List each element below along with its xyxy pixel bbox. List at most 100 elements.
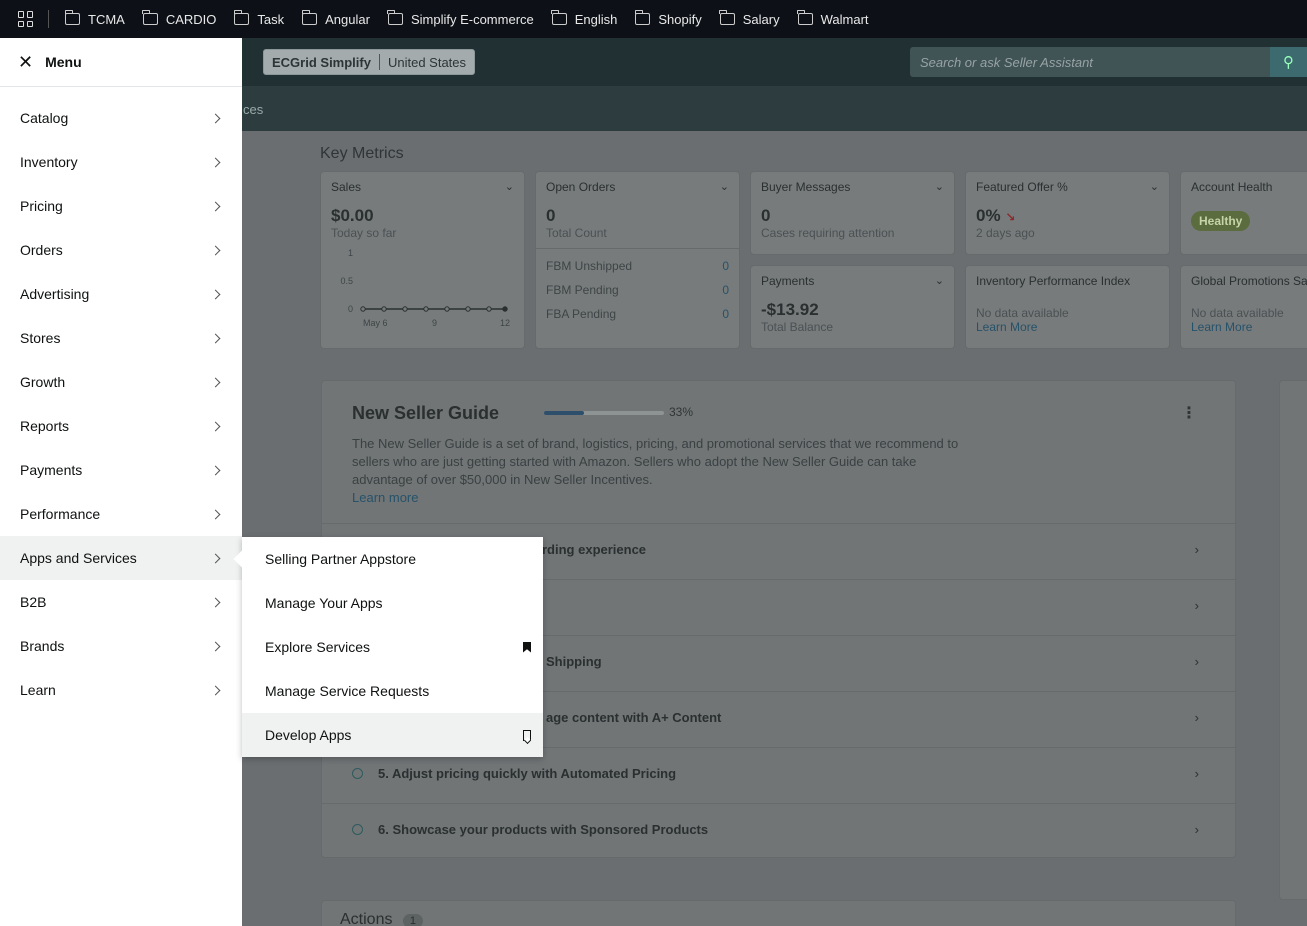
- search-input[interactable]: Search or ask Seller Assistant: [910, 47, 1270, 77]
- submenu-item-manage-your-apps[interactable]: Manage Your Apps: [242, 581, 543, 625]
- guide-progress-label: 33%: [669, 405, 694, 419]
- ipi-card[interactable]: Inventory Performance Index No data avai…: [965, 265, 1170, 349]
- menu-item-catalog[interactable]: Catalog: [0, 96, 242, 140]
- menu-item-orders[interactable]: Orders: [0, 228, 242, 272]
- chart-x-tick: 9: [432, 318, 437, 328]
- menu-header: ✕ Menu: [0, 38, 242, 87]
- menu-item-label: Apps and Services: [20, 550, 137, 566]
- menu-item-advertising[interactable]: Advertising: [0, 272, 242, 316]
- chevron-right-icon: [210, 377, 221, 387]
- global-promotions-card[interactable]: Global Promotions Sa No data available L…: [1180, 265, 1307, 349]
- submenu-item-explore-services[interactable]: Explore Services: [242, 625, 543, 669]
- search-button[interactable]: ⚲: [1270, 47, 1307, 77]
- bookmark-angular[interactable]: Angular: [301, 10, 370, 27]
- chevron-right-icon: ›: [1194, 542, 1199, 557]
- menu-item-label: Pricing: [20, 198, 63, 214]
- submenu-item-label: Selling Partner Appstore: [265, 551, 416, 567]
- chevron-right-icon: [210, 685, 221, 695]
- menu-list: Catalog Inventory Pricing Orders Adverti…: [0, 87, 242, 712]
- menu-item-payments[interactable]: Payments: [0, 448, 242, 492]
- bookmark-filled-icon[interactable]: [523, 641, 531, 653]
- store-region: United States: [387, 54, 467, 70]
- menu-item-apps-and-services[interactable]: Apps and Services: [0, 536, 242, 580]
- fbm-pending-row[interactable]: FBM Pending 0: [546, 283, 729, 297]
- kebab-menu-icon[interactable]: ⋮: [1181, 403, 1197, 423]
- menu-item-label: Payments: [20, 462, 83, 478]
- buyer-messages-card[interactable]: Buyer Messages ⌄ 0 Cases requiring atten…: [750, 171, 955, 255]
- fba-pending-row[interactable]: FBA Pending 0: [546, 307, 729, 321]
- learn-more-link[interactable]: Learn more: [352, 490, 418, 505]
- chart-x-tick: 12: [500, 318, 510, 328]
- menu-item-brands[interactable]: Brands: [0, 624, 242, 668]
- apps-grid-icon[interactable]: [18, 11, 34, 27]
- chevron-right-icon: ›: [1194, 710, 1199, 725]
- fbm-unshipped-row[interactable]: FBM Unshipped 0: [546, 259, 729, 273]
- global-promotions-sub: No data available: [1191, 306, 1284, 320]
- chevron-right-icon: ›: [1194, 822, 1199, 837]
- store-selector[interactable]: ECGrid Simplify United States: [263, 49, 476, 75]
- folder-icon: [64, 10, 80, 25]
- close-icon[interactable]: ✕: [18, 53, 33, 71]
- sales-card[interactable]: Sales ⌄ $0.00 Today so far 1 0.5 0 May 6…: [320, 171, 525, 349]
- folder-icon: [719, 10, 735, 25]
- menu-item-reports[interactable]: Reports: [0, 404, 242, 448]
- progress-fill: [544, 411, 584, 415]
- bookmark-task[interactable]: Task: [233, 10, 285, 27]
- menu-item-label: Learn: [20, 682, 56, 698]
- buyer-messages-sub: Cases requiring attention: [761, 226, 895, 240]
- chevron-down-icon[interactable]: ⌄: [505, 180, 514, 193]
- bookmark-label: Task: [257, 11, 285, 27]
- subnav-link[interactable]: ces: [243, 102, 263, 117]
- bookmark-walmart[interactable]: Walmart: [797, 10, 869, 27]
- chevron-right-icon: [210, 333, 221, 343]
- submenu-item-develop-apps[interactable]: Develop Apps: [242, 713, 543, 757]
- bookmark-salary[interactable]: Salary: [719, 10, 780, 27]
- step-label: 6. Showcase your products with Sponsored…: [378, 822, 709, 837]
- submenu-item-label: Manage Service Requests: [265, 683, 430, 699]
- chevron-down-icon[interactable]: ⌄: [1150, 180, 1159, 193]
- payments-card[interactable]: Payments ⌄ -$13.92 Total Balance: [750, 265, 955, 349]
- guide-step[interactable]: 6. Showcase your products with Sponsored…: [322, 803, 1235, 859]
- featured-offer-card[interactable]: Featured Offer % ⌄ 0% ↘ 2 days ago: [965, 171, 1170, 255]
- menu-item-label: Stores: [20, 330, 61, 346]
- key-metrics-title: Key Metrics: [320, 145, 404, 162]
- trend-down-icon: ↘: [1005, 210, 1016, 224]
- bookmark-shopify[interactable]: Shopify: [634, 10, 702, 27]
- submenu-item-manage-service-requests[interactable]: Manage Service Requests: [242, 669, 543, 713]
- card-label: Global Promotions Sa: [1191, 274, 1307, 288]
- store-divider: [378, 54, 380, 70]
- menu-item-learn[interactable]: Learn: [0, 668, 242, 712]
- bookmark-tcma[interactable]: TCMA: [64, 10, 125, 27]
- menu-item-performance[interactable]: Performance: [0, 492, 242, 536]
- chevron-right-icon: [210, 597, 221, 607]
- chart-point: [502, 306, 508, 312]
- chevron-down-icon[interactable]: ⌄: [720, 180, 729, 193]
- sales-chart: 1 0.5 0 May 6 9 12: [340, 248, 510, 328]
- chevron-down-icon[interactable]: ⌄: [935, 274, 944, 287]
- bookmark-cardio[interactable]: CARDIO: [142, 10, 216, 27]
- menu-item-inventory[interactable]: Inventory: [0, 140, 242, 184]
- bookmark-english[interactable]: English: [551, 10, 617, 27]
- bookmark-outline-icon[interactable]: [523, 729, 531, 741]
- menu-item-growth[interactable]: Growth: [0, 360, 242, 404]
- featured-offer-sub: 2 days ago: [976, 226, 1035, 240]
- folder-icon: [387, 10, 403, 25]
- menu-item-label: Inventory: [20, 154, 78, 170]
- chart-y-tick: 0.5: [340, 276, 353, 286]
- open-orders-card[interactable]: Open Orders ⌄ 0 Total Count FBM Unshippe…: [535, 171, 740, 349]
- menu-item-b2b[interactable]: B2B: [0, 580, 242, 624]
- menu-item-label: Performance: [20, 506, 101, 522]
- row-label: FBM Unshipped: [546, 259, 633, 273]
- learn-more-link[interactable]: Learn More: [976, 320, 1159, 334]
- learn-more-link[interactable]: Learn More: [1191, 320, 1307, 334]
- submenu-item-selling-partner-appstore[interactable]: Selling Partner Appstore: [242, 537, 543, 581]
- chevron-right-icon: [210, 201, 221, 211]
- menu-item-pricing[interactable]: Pricing: [0, 184, 242, 228]
- account-health-card[interactable]: Account Health Healthy: [1180, 171, 1307, 255]
- card-label: Featured Offer %: [976, 180, 1068, 194]
- menu-item-stores[interactable]: Stores: [0, 316, 242, 360]
- chart-point: [360, 306, 366, 312]
- chevron-down-icon[interactable]: ⌄: [935, 180, 944, 193]
- submenu-item-label: Manage Your Apps: [265, 595, 383, 611]
- bookmark-simplify-ecommerce[interactable]: Simplify E-commerce: [387, 10, 534, 27]
